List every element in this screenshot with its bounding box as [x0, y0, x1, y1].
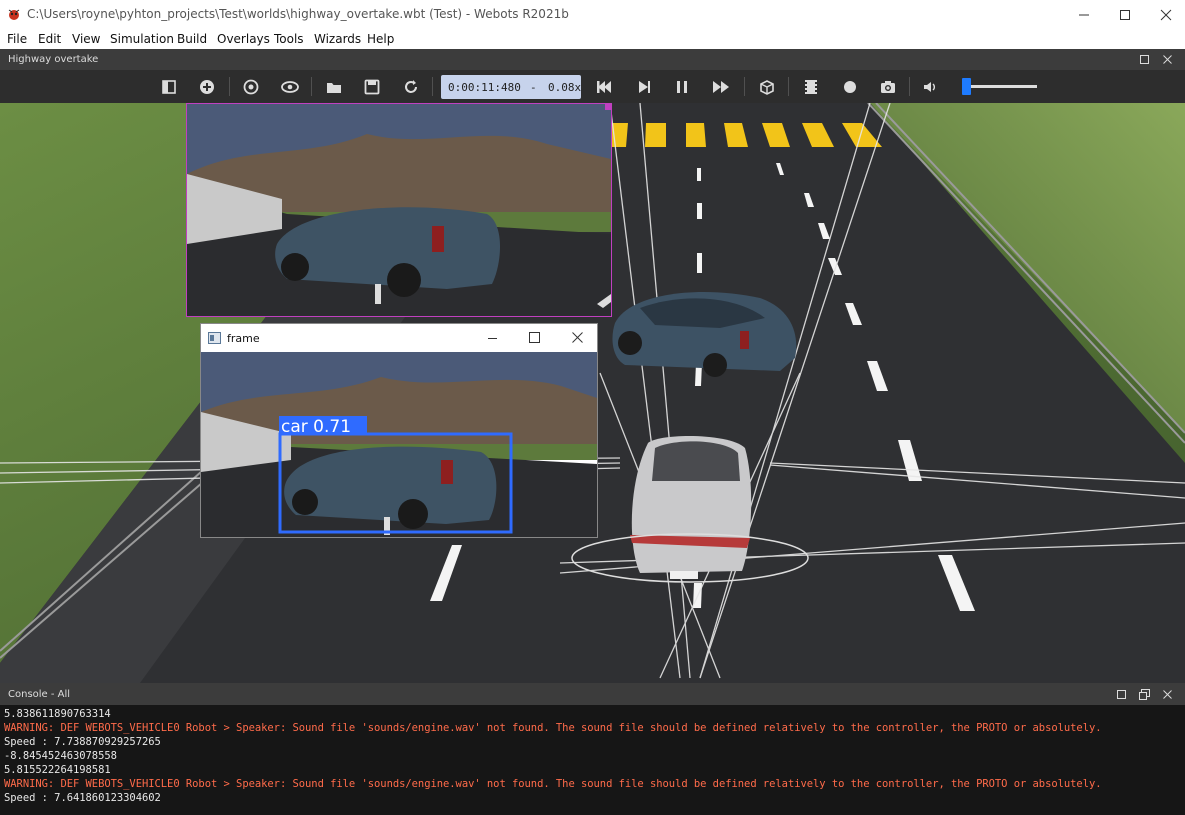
simulation-time-display: 0:00:11:480 - 0.08x: [441, 75, 581, 99]
toolbar-separator: [744, 77, 745, 96]
save-world-icon[interactable]: [363, 78, 381, 96]
panel-float-icon[interactable]: [1140, 55, 1149, 64]
console-close-icon[interactable]: [1163, 690, 1172, 699]
menu-overlays[interactable]: Overlays: [217, 32, 270, 46]
volume-speaker-icon[interactable]: [922, 78, 940, 96]
menu-help[interactable]: Help: [367, 32, 394, 46]
console-float-icon[interactable]: [1139, 689, 1150, 700]
menu-bar: File Edit View Simulation Build Overlays…: [0, 29, 1185, 49]
toolbar-separator: [311, 77, 312, 96]
console-line: WARNING: DEF WEBOTS_VEHICLE0 Robot > Spe…: [4, 722, 1102, 734]
maximize-button[interactable]: [1102, 0, 1148, 29]
reset-simulation-icon[interactable]: [595, 78, 613, 96]
toolbar-separator: [432, 77, 433, 96]
step-icon[interactable]: [635, 78, 653, 96]
pause-icon[interactable]: [673, 78, 691, 96]
frame-close-icon[interactable]: [572, 332, 583, 343]
console-line: Speed : 7.738870929257265: [4, 736, 161, 748]
console-maximize-icon[interactable]: [1117, 690, 1126, 699]
toolbar-separator: [788, 77, 789, 96]
frame-window-icon: [208, 332, 221, 344]
view-eye-icon[interactable]: [281, 78, 299, 96]
console-line: Speed : 7.641860123304602: [4, 792, 161, 804]
menu-simulation[interactable]: Simulation: [110, 32, 174, 46]
frame-maximize-icon[interactable]: [529, 332, 540, 343]
frame-window[interactable]: frame car 0.71: [200, 323, 598, 538]
menu-wizards[interactable]: Wizards: [314, 32, 361, 46]
panel-close-icon[interactable]: [1163, 55, 1172, 64]
3d-view-panel-header: Highway overtake: [0, 49, 1185, 70]
frame-image: car 0.71: [201, 352, 597, 537]
simulation-time: 0:00:11:480: [448, 81, 521, 94]
movie-record-icon[interactable]: [802, 78, 820, 96]
console-line: 5.838611890763314: [4, 708, 111, 720]
reload-world-icon[interactable]: [402, 78, 420, 96]
menu-tools[interactable]: Tools: [274, 32, 304, 46]
console-header: Console - All: [0, 683, 1185, 705]
record-animation-icon[interactable]: [841, 78, 859, 96]
frame-minimize-icon[interactable]: [487, 333, 498, 344]
detection-label: car 0.71: [281, 417, 351, 437]
volume-slider-track[interactable]: [962, 85, 1037, 88]
simulation-toolbar: [0, 70, 1185, 103]
volume-slider-handle[interactable]: [961, 78, 971, 95]
console-line: WARNING: DEF WEBOTS_VEHICLE0 Robot > Spe…: [4, 778, 1102, 790]
lead-car: [612, 291, 797, 377]
simulation-speed: 0.08x: [548, 81, 582, 94]
minimize-button[interactable]: [1061, 0, 1107, 29]
toggle-scene-tree-icon[interactable]: [160, 78, 178, 96]
menu-file[interactable]: File: [7, 32, 27, 46]
camera-image: [187, 104, 611, 316]
screenshot-camera-icon[interactable]: [879, 78, 897, 96]
toolbar-separator: [909, 77, 910, 96]
time-speed-separator: -: [530, 81, 537, 94]
menu-view[interactable]: View: [72, 32, 100, 46]
follow-object-icon[interactable]: [242, 78, 260, 96]
close-icon: [1160, 9, 1172, 20]
console-output[interactable]: 5.838611890763314 WARNING: DEF WEBOTS_VE…: [0, 705, 1185, 815]
open-world-folder-icon[interactable]: [325, 78, 343, 96]
add-object-icon[interactable]: [198, 78, 216, 96]
console-line: 5.815522264198581: [4, 764, 111, 776]
menu-edit[interactable]: Edit: [38, 32, 61, 46]
menu-build[interactable]: Build: [177, 32, 207, 46]
minimize-icon: [1079, 14, 1089, 15]
webots-app-icon: [8, 9, 20, 20]
console-line: -8.845452463078558: [4, 750, 117, 762]
rendering-cube-icon[interactable]: [758, 78, 776, 96]
window-title: C:\Users\royne\pyhton_projects\Test\worl…: [27, 7, 569, 21]
window-titlebar: C:\Users\royne\pyhton_projects\Test\worl…: [0, 0, 1185, 29]
close-button[interactable]: [1143, 0, 1185, 29]
camera-overlay[interactable]: [186, 103, 612, 317]
frame-window-title: frame: [227, 332, 260, 345]
panel-title: Highway overtake: [8, 54, 99, 65]
fast-forward-icon[interactable]: [712, 78, 730, 96]
maximize-icon: [1120, 9, 1130, 20]
toolbar-separator: [229, 77, 230, 96]
console-title: Console - All: [8, 689, 71, 700]
